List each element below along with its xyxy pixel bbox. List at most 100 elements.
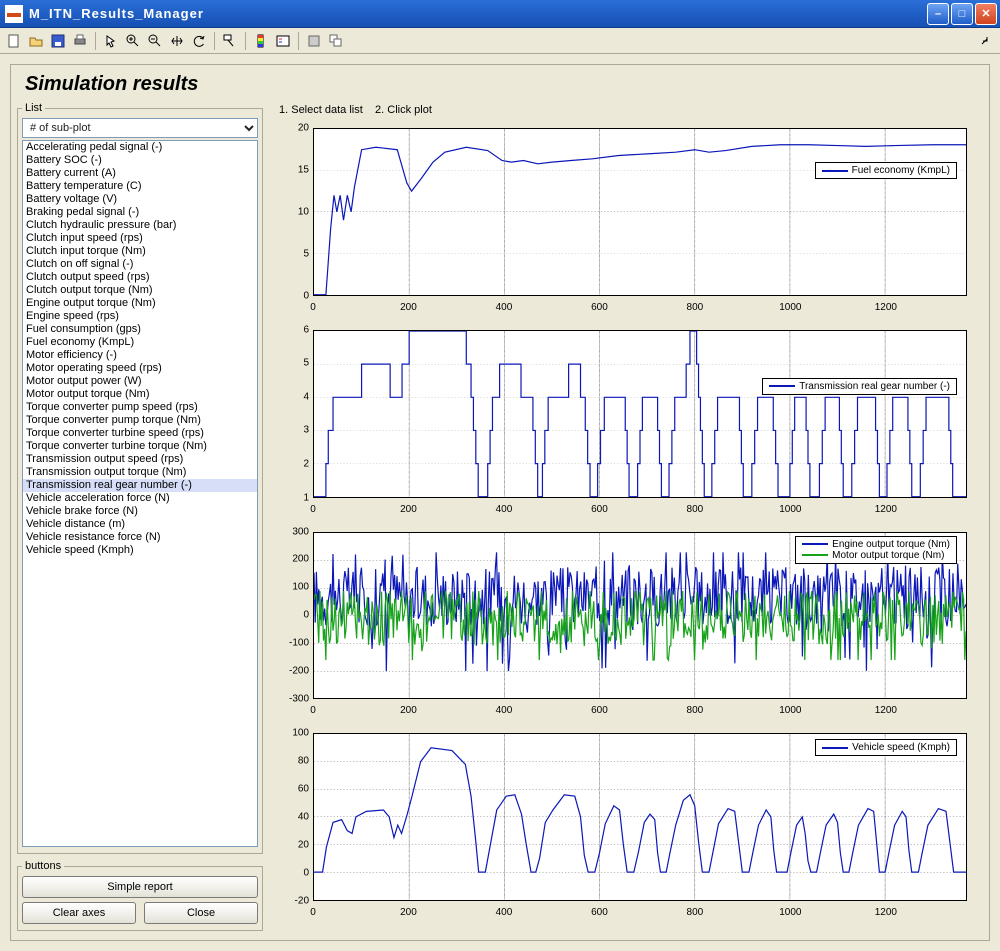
simple-report-button[interactable]: Simple report: [22, 876, 258, 898]
x-tick-label: 1200: [875, 907, 897, 918]
dock-icon[interactable]: [976, 31, 996, 51]
list-item[interactable]: Transmission output speed (rps): [23, 453, 257, 466]
colorbar-icon[interactable]: [251, 31, 271, 51]
rotate-icon[interactable]: [189, 31, 209, 51]
list-item[interactable]: Battery SOC (-): [23, 154, 257, 167]
list-item[interactable]: Vehicle brake force (N): [23, 505, 257, 518]
list-item[interactable]: Engine speed (rps): [23, 310, 257, 323]
list-item[interactable]: Motor operating speed (rps): [23, 362, 257, 375]
x-tick-label: 0: [310, 907, 316, 918]
maximize-button[interactable]: □: [951, 3, 973, 25]
plot-axes[interactable]: 05101520020040060080010001200Fuel econom…: [273, 120, 977, 322]
close-window-button[interactable]: ✕: [975, 3, 997, 25]
plot-axes[interactable]: -20020406080100020040060080010001200Vehi…: [273, 725, 977, 927]
hide-plot-icon[interactable]: [304, 31, 324, 51]
print-icon[interactable]: [70, 31, 90, 51]
x-tick-label: 0: [310, 705, 316, 716]
y-tick-label: 0: [303, 610, 309, 621]
x-tick-label: 600: [591, 705, 608, 716]
list-fieldset: List # of sub-plot Accelerating pedal si…: [17, 102, 263, 854]
x-tick-label: 1000: [779, 907, 801, 918]
zoom-in-icon[interactable]: [123, 31, 143, 51]
minimize-button[interactable]: –: [927, 3, 949, 25]
list-item[interactable]: Vehicle resistance force (N): [23, 531, 257, 544]
y-tick-label: 5: [303, 248, 309, 259]
x-tick-label: 200: [400, 504, 417, 515]
list-item[interactable]: Motor efficiency (-): [23, 349, 257, 362]
list-item[interactable]: Fuel economy (KmpL): [23, 336, 257, 349]
list-item[interactable]: Vehicle distance (m): [23, 518, 257, 531]
y-tick-label: 100: [292, 582, 309, 593]
y-tick-label: 5: [303, 358, 309, 369]
list-item[interactable]: Clutch input speed (rps): [23, 232, 257, 245]
list-item[interactable]: Torque converter turbine speed (rps): [23, 427, 257, 440]
plot-legend[interactable]: Transmission real gear number (-): [762, 378, 957, 395]
x-tick-label: 0: [310, 504, 316, 515]
zoom-out-icon[interactable]: [145, 31, 165, 51]
x-tick-label: 400: [496, 302, 513, 313]
list-item[interactable]: Clutch output torque (Nm): [23, 284, 257, 297]
list-item[interactable]: Clutch input torque (Nm): [23, 245, 257, 258]
plot-axes[interactable]: -300-200-1000100200300020040060080010001…: [273, 524, 977, 726]
list-item[interactable]: Clutch output speed (rps): [23, 271, 257, 284]
list-item[interactable]: Transmission real gear number (-): [23, 479, 257, 492]
data-listbox[interactable]: Accelerating pedal signal (-)Battery SOC…: [22, 140, 258, 847]
list-item[interactable]: Torque converter turbine torque (Nm): [23, 440, 257, 453]
x-tick-label: 400: [496, 705, 513, 716]
y-tick-label: 100: [292, 728, 309, 739]
y-tick-label: -200: [289, 666, 309, 677]
y-tick-label: 2: [303, 458, 309, 469]
show-plot-icon[interactable]: [326, 31, 346, 51]
list-item[interactable]: Motor output torque (Nm): [23, 388, 257, 401]
clear-axes-button[interactable]: Clear axes: [22, 902, 136, 924]
list-item[interactable]: Engine output torque (Nm): [23, 297, 257, 310]
y-tick-label: 300: [292, 526, 309, 537]
list-item[interactable]: Torque converter pump torque (Nm): [23, 414, 257, 427]
pan-icon[interactable]: [167, 31, 187, 51]
list-item[interactable]: Motor output power (W): [23, 375, 257, 388]
datacursor-icon[interactable]: [220, 31, 240, 51]
open-icon[interactable]: [26, 31, 46, 51]
y-tick-label: 4: [303, 391, 309, 402]
legend-icon[interactable]: [273, 31, 293, 51]
list-item[interactable]: Torque converter pump speed (rps): [23, 401, 257, 414]
buttons-legend: buttons: [22, 860, 64, 872]
plot-legend[interactable]: Vehicle speed (Kmph): [815, 739, 957, 756]
x-tick-label: 600: [591, 504, 608, 515]
x-tick-label: 600: [591, 302, 608, 313]
x-tick-label: 600: [591, 907, 608, 918]
list-item[interactable]: Transmission output torque (Nm): [23, 466, 257, 479]
plot-panel: 1. Select data list 2. Click plot 051015…: [271, 102, 983, 931]
list-item[interactable]: Vehicle acceleration force (N): [23, 492, 257, 505]
y-tick-label: 40: [298, 812, 309, 823]
new-icon[interactable]: [4, 31, 24, 51]
list-item[interactable]: Battery current (A): [23, 167, 257, 180]
list-item[interactable]: Clutch on off signal (-): [23, 258, 257, 271]
list-item[interactable]: Battery voltage (V): [23, 193, 257, 206]
y-tick-label: 3: [303, 425, 309, 436]
plot-legend[interactable]: Engine output torque (Nm)Motor output to…: [795, 536, 957, 564]
buttons-fieldset: buttons Simple report Clear axes Close: [17, 860, 263, 931]
list-item[interactable]: Fuel consumption (gps): [23, 323, 257, 336]
plot-axes[interactable]: 123456020040060080010001200Transmission …: [273, 322, 977, 524]
list-item[interactable]: Clutch hydraulic pressure (bar): [23, 219, 257, 232]
close-button[interactable]: Close: [144, 902, 258, 924]
x-tick-label: 200: [400, 907, 417, 918]
list-item[interactable]: Vehicle speed (Kmph): [23, 544, 257, 557]
list-item[interactable]: Accelerating pedal signal (-): [23, 141, 257, 154]
save-icon[interactable]: [48, 31, 68, 51]
pointer-icon[interactable]: [101, 31, 121, 51]
plot-legend[interactable]: Fuel economy (KmpL): [815, 162, 957, 179]
content-area: Simulation results List # of sub-plot Ac…: [0, 54, 1000, 951]
y-tick-label: 200: [292, 554, 309, 565]
app-icon: [5, 5, 23, 23]
subplot-select[interactable]: # of sub-plot: [22, 118, 258, 138]
x-tick-label: 200: [400, 705, 417, 716]
x-tick-label: 1000: [779, 705, 801, 716]
y-tick-label: -300: [289, 694, 309, 705]
x-tick-label: 200: [400, 302, 417, 313]
window-buttons: – □ ✕: [927, 3, 997, 25]
list-item[interactable]: Braking pedal signal (-): [23, 206, 257, 219]
list-item[interactable]: Battery temperature (C): [23, 180, 257, 193]
x-tick-label: 800: [687, 907, 704, 918]
